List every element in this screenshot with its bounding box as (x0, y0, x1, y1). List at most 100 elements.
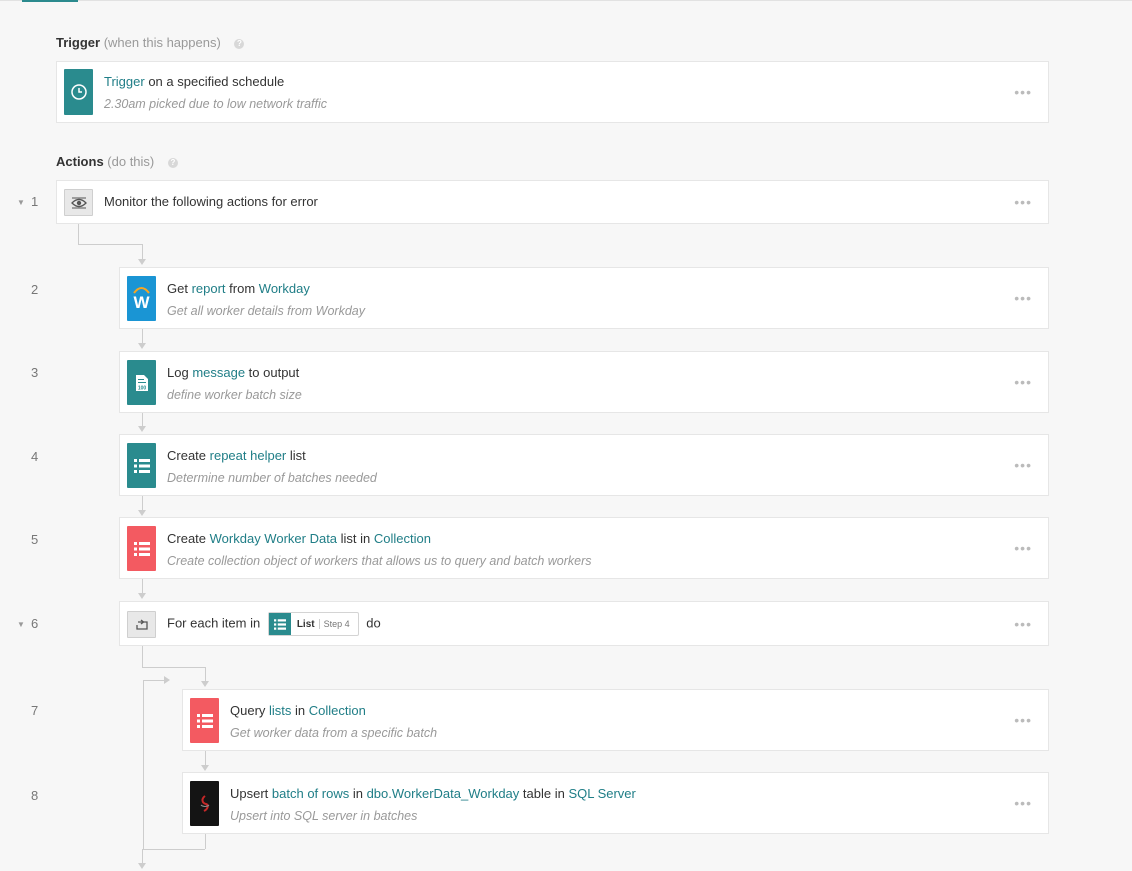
connector-line (78, 224, 79, 244)
loop-line (143, 849, 205, 850)
more-options-icon[interactable]: ••• (1014, 795, 1032, 811)
title-text: Upsert (230, 786, 272, 801)
connector-arrow (201, 765, 209, 771)
trigger-heading: Trigger (56, 35, 101, 50)
connector-arrow (138, 593, 146, 599)
title-text: For each item in (167, 615, 261, 631)
collection-link[interactable]: Collection (309, 703, 366, 718)
actions-heading: Actions (56, 154, 104, 169)
step-6-title: For each item in List Step 4 do (167, 612, 381, 636)
connector-line (142, 646, 143, 667)
table-name-link[interactable]: dbo.WorkerData_Workday (367, 786, 520, 801)
title-text: Query (230, 703, 270, 718)
step-number: 5 (31, 532, 39, 547)
step-7-card[interactable]: Query lists in Collection Get worker dat… (182, 689, 1049, 751)
batch-of-rows-link[interactable]: batch of rows (272, 786, 349, 801)
step-number: 4 (31, 449, 39, 464)
help-icon[interactable]: ? (234, 39, 245, 49)
connector-line (142, 579, 143, 593)
step-4-card[interactable]: Create repeat helper list Determine numb… (119, 434, 1049, 496)
title-text: Log (167, 365, 193, 380)
step-8-card[interactable]: Upsert batch of rows in dbo.WorkerData_W… (182, 772, 1049, 834)
connector-arrow (138, 343, 146, 349)
list-icon (127, 443, 156, 488)
step-6-card[interactable]: For each item in List Step 4 do ••• (119, 601, 1049, 646)
loop-line (143, 680, 165, 681)
workday-link[interactable]: Workday (259, 281, 310, 296)
trigger-description: 2.30am picked due to low network traffic (104, 97, 328, 111)
title-text: list in (337, 531, 374, 546)
trigger-link[interactable]: Trigger (104, 74, 145, 89)
loop-line (205, 834, 206, 849)
more-options-icon[interactable]: ••• (1014, 84, 1032, 100)
title-text: Create (167, 531, 210, 546)
step-8-description: Upsert into SQL server in batches (230, 809, 418, 823)
workday-worker-data-link[interactable]: Workday Worker Data (210, 531, 337, 546)
step-3-card[interactable]: 100 Log message to output define worker … (119, 351, 1049, 413)
more-options-icon[interactable]: ••• (1014, 194, 1032, 210)
pill-step: Step 4 (318, 619, 358, 629)
title-text: do (366, 615, 381, 631)
step-5-description: Create collection object of workers that… (167, 554, 592, 568)
step-number: 6 (31, 616, 39, 631)
more-options-icon[interactable]: ••• (1014, 616, 1032, 632)
sql-server-link[interactable]: SQL Server (568, 786, 635, 801)
more-options-icon[interactable]: ••• (1014, 457, 1032, 473)
active-tab-indicator[interactable] (22, 0, 78, 2)
connector-line (205, 751, 206, 765)
workday-logo-icon: W (127, 276, 156, 321)
lists-link[interactable]: lists (269, 703, 291, 718)
step-7-title: Query lists in Collection (230, 703, 366, 718)
sql-server-icon (190, 781, 219, 826)
connector-arrow (138, 510, 146, 516)
trigger-title-text: on a specified schedule (144, 74, 285, 89)
connector-line (142, 849, 143, 863)
connector-arrow (138, 863, 146, 869)
title-text: Create (167, 448, 210, 463)
step-number: 8 (31, 788, 39, 803)
pill-label: List (296, 618, 315, 630)
loop-arrow (164, 676, 170, 684)
step-5-title: Create Workday Worker Data list in Colle… (167, 531, 431, 546)
log-icon-text: 100 (137, 385, 146, 391)
title-text: from (225, 281, 259, 296)
step-2-description: Get all worker details from Workday (167, 304, 365, 318)
report-link[interactable]: report (192, 281, 226, 296)
log-file-icon: 100 (127, 360, 156, 405)
step-4-title: Create repeat helper list (167, 448, 306, 463)
message-link[interactable]: message (192, 365, 245, 380)
step-number: 1 (31, 194, 39, 209)
connector-arrow (201, 681, 209, 687)
step-2-card[interactable]: W Get report from Workday Get all worker… (119, 267, 1049, 329)
step-2-title: Get report from Workday (167, 281, 310, 296)
step-3-title: Log message to output (167, 365, 299, 380)
collapse-caret-icon[interactable]: ▼ (17, 198, 25, 207)
loop-line (143, 680, 144, 849)
help-icon[interactable]: ? (167, 158, 178, 168)
step-7-description: Get worker data from a specific batch (230, 726, 438, 740)
more-options-icon[interactable]: ••• (1014, 374, 1032, 390)
trigger-title: Trigger on a specified schedule (104, 74, 284, 89)
title-text: table in (519, 786, 569, 801)
title-text: to output (245, 365, 300, 380)
connector-line (205, 667, 206, 682)
title-text: in (349, 786, 367, 801)
step-4-description: Determine number of batches needed (167, 471, 377, 485)
actions-section-label: Actions (do this) ? (56, 154, 178, 169)
more-options-icon[interactable]: ••• (1014, 290, 1032, 306)
collection-link[interactable]: Collection (374, 531, 431, 546)
trigger-card[interactable]: Trigger on a specified schedule 2.30am p… (56, 61, 1049, 123)
repeat-helper-link[interactable]: repeat helper (210, 448, 287, 463)
list-step-pill[interactable]: List Step 4 (267, 612, 359, 636)
step-1-card[interactable]: Monitor the following actions for error … (56, 180, 1049, 224)
more-options-icon[interactable]: ••• (1014, 712, 1032, 728)
collapse-caret-icon[interactable]: ▼ (17, 620, 25, 629)
step-3-description: define worker batch size (167, 388, 302, 402)
step-number: 2 (31, 282, 39, 297)
step-5-card[interactable]: Create Workday Worker Data list in Colle… (119, 517, 1049, 579)
list-icon (127, 526, 156, 571)
more-options-icon[interactable]: ••• (1014, 540, 1032, 556)
trigger-section-label: Trigger (when this happens) ? (56, 35, 245, 50)
trigger-subheading: (when this happens) (103, 35, 221, 50)
top-divider (0, 0, 1132, 1)
